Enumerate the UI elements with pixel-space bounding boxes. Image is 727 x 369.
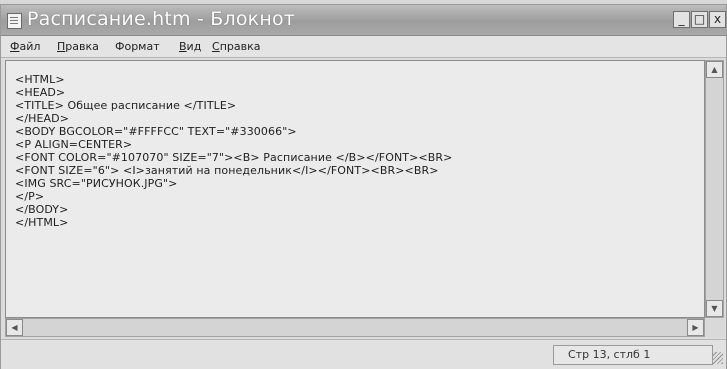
scrollbar-corner — [705, 318, 724, 337]
code-line: </HEAD> — [15, 112, 70, 125]
notepad-window: Расписание.htm - Блокнот _ □ x Файл Прав… — [0, 4, 727, 369]
cursor-position: Стр 13, стлб 1 — [553, 345, 713, 365]
code-line: <HTML> — [15, 73, 65, 86]
vertical-scrollbar[interactable]: ▲ ▼ — [705, 60, 724, 318]
code-line: <IMG SRC="РИСУНОК.JPG"> — [15, 177, 178, 190]
menu-help-accel: С — [212, 40, 220, 53]
code-line: <HEAD> — [15, 86, 66, 99]
menu-help-label: правка — [219, 40, 261, 53]
menu-bar: Файл Правка Формат Вид Справка — [1, 36, 726, 58]
code-line: <TITLE> Общее расписание </TITLE> — [15, 99, 237, 112]
horizontal-scrollbar[interactable]: ◀ ▶ — [5, 318, 705, 337]
scroll-down-button[interactable]: ▼ — [706, 300, 723, 317]
code-line: </P> — [15, 190, 45, 203]
menu-edit[interactable]: Правка — [57, 40, 99, 53]
maximize-button[interactable]: □ — [691, 11, 708, 28]
scroll-left-button[interactable]: ◀ — [6, 319, 23, 336]
code-line: <P ALIGN=CENTER> — [15, 138, 133, 151]
menu-help[interactable]: Справка — [212, 40, 260, 53]
close-button[interactable]: x — [709, 11, 726, 28]
status-bar: Стр 13, стлб 1 — [1, 339, 726, 369]
code-line: <FONT COLOR="#107070" SIZE="7"><B> Распи… — [15, 151, 453, 164]
notepad-icon — [7, 13, 22, 29]
menu-view[interactable]: Вид — [179, 40, 201, 53]
window-title: Расписание.htm - Блокнот — [27, 8, 296, 30]
menu-view-label: ид — [186, 40, 202, 53]
code-line: </HTML> — [15, 216, 69, 229]
menu-format[interactable]: Формат — [115, 40, 160, 53]
menu-view-accel: В — [179, 40, 187, 53]
code-line: <FONT SIZE="6"> <I>занятий на понедельни… — [15, 164, 439, 177]
menu-edit-label: равка — [65, 40, 99, 53]
minimize-button[interactable]: _ — [673, 11, 690, 28]
resize-grip-icon[interactable] — [713, 352, 723, 364]
menu-file[interactable]: Файл — [10, 40, 40, 53]
text-editor[interactable]: <HTML> <HEAD> <TITLE> Общее расписание <… — [5, 60, 705, 318]
title-bar[interactable]: Расписание.htm - Блокнот _ □ x — [1, 5, 726, 36]
menu-file-label: айл — [19, 40, 41, 53]
code-line: </BODY> — [15, 203, 69, 216]
scroll-up-button[interactable]: ▲ — [706, 61, 723, 78]
scroll-right-button[interactable]: ▶ — [687, 319, 704, 336]
menu-format-label: Формат — [115, 40, 160, 53]
code-line: <BODY BGCOLOR="#FFFFCC" TEXT="#330066"> — [15, 125, 297, 138]
